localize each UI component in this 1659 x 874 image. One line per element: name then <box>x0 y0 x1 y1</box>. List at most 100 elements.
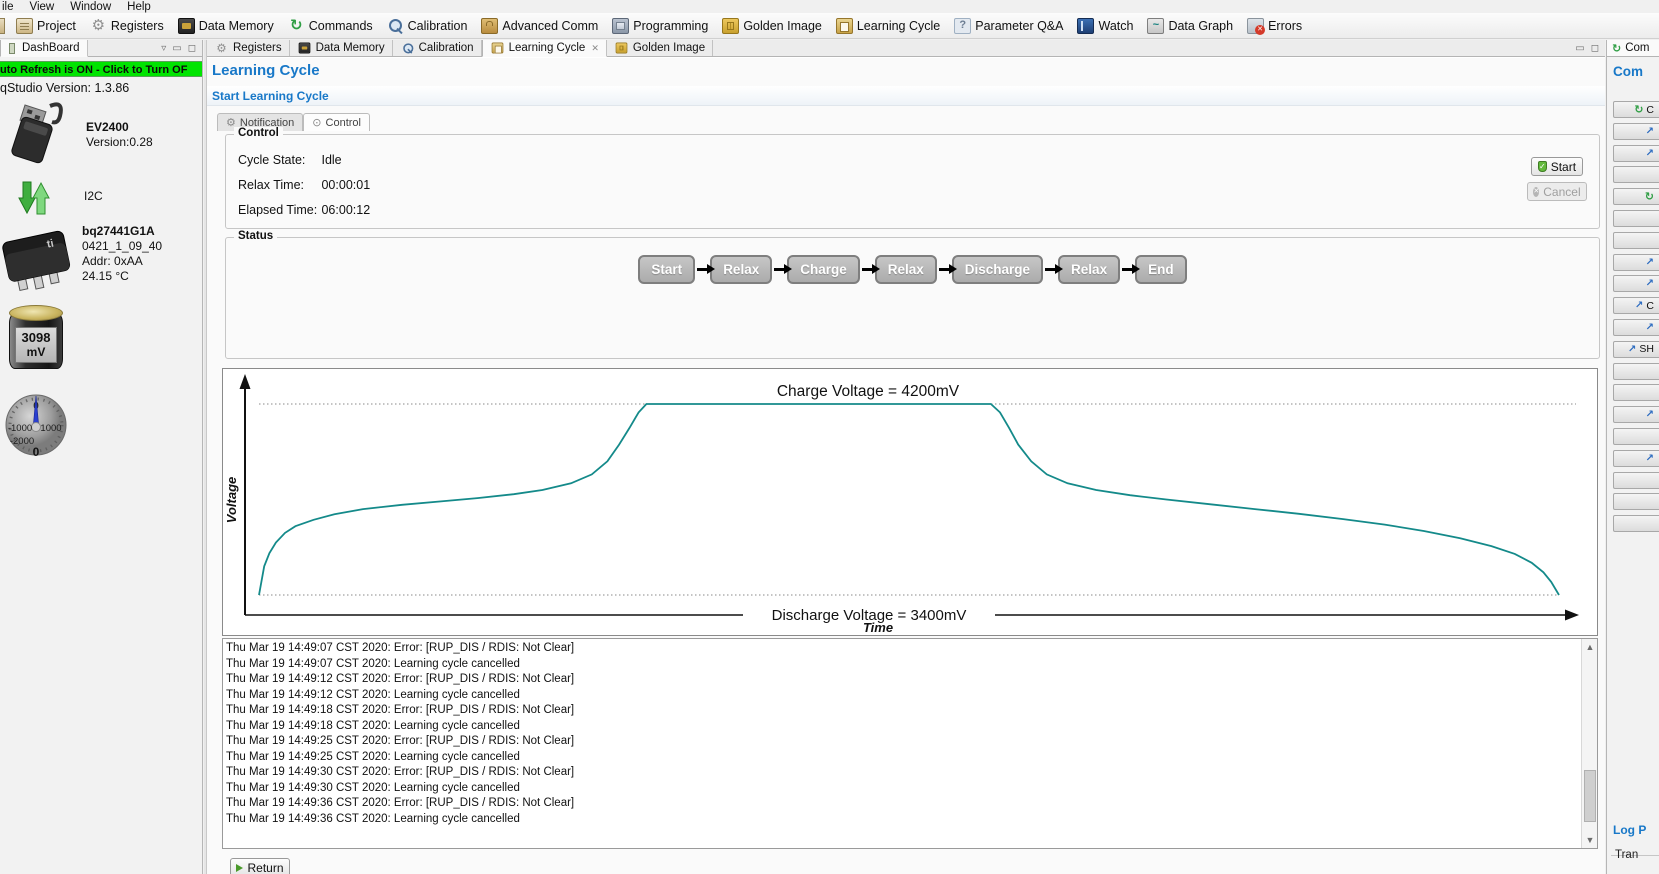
log-line: Thu Mar 19 14:49:25 CST 2020: Learning c… <box>226 750 520 763</box>
toolbar-commands[interactable]: Commands <box>281 14 380 38</box>
tab-registers[interactable]: Registers <box>207 40 290 56</box>
section-header: Start Learning Cycle <box>207 86 1605 106</box>
start-button[interactable]: ✓ Start <box>1531 157 1583 176</box>
watch-icon <box>1077 17 1095 34</box>
tab-commands[interactable]: ↻ Com <box>1607 40 1659 57</box>
tab-data-memory[interactable]: Data Memory <box>289 40 393 56</box>
tab-calibration[interactable]: Calibration <box>392 40 482 56</box>
toolbar-parameter-q-a[interactable]: Parameter Q&A <box>947 14 1070 38</box>
scroll-down-icon[interactable]: ▼ <box>1583 833 1597 847</box>
command-button-5[interactable]: ↻ <box>1613 188 1659 206</box>
maximize-icon[interactable]: ◻ <box>188 43 196 54</box>
menu-view[interactable]: View <box>30 1 55 13</box>
log-line: Thu Mar 19 14:49:12 CST 2020: Error: [RU… <box>226 673 575 685</box>
command-button-16[interactable] <box>1613 428 1659 445</box>
toolbar-calibration[interactable]: Calibration <box>380 14 475 38</box>
command-button-14[interactable] <box>1613 384 1659 402</box>
golden-image-icon <box>615 42 628 54</box>
programming-icon <box>612 17 630 34</box>
tab-learning-cycle[interactable]: Learning Cycle ✕ <box>481 40 607 57</box>
flow-step-discharge: Discharge <box>951 255 1044 284</box>
log-scrollbar[interactable]: ▲ ▼ <box>1581 639 1597 848</box>
command-button-4[interactable] <box>1613 166 1659 184</box>
elapsed-time-value: 06:00:12 <box>321 203 371 217</box>
minimize-icon[interactable]: ▭ <box>172 43 181 54</box>
current-gauge: 0 -1000 1000 -2000 0 <box>5 394 67 459</box>
return-button[interactable]: Return <box>230 858 290 874</box>
command-button-c[interactable]: ↗ C <box>1613 297 1659 315</box>
log-lines: Thu Mar 19 14:49:07 CST 2020: Error: [RU… <box>226 641 1579 846</box>
gauge-label-right: 1000 <box>40 423 61 434</box>
menu-bar: ile View Window Help <box>0 0 1659 13</box>
menu-window[interactable]: Window <box>70 1 111 13</box>
return-button-label: Return <box>247 860 284 874</box>
command-button-17[interactable]: ↗ <box>1613 449 1659 467</box>
bus-type: I2C <box>84 189 103 203</box>
y-axis-arrowhead <box>239 374 251 389</box>
toolbar-errors[interactable]: Errors <box>1240 14 1309 38</box>
close-icon[interactable]: ✕ <box>591 43 599 54</box>
auto-refresh-banner[interactable]: uto Refresh is ON - Click to Turn OF <box>0 61 202 77</box>
command-button-9[interactable]: ↗ <box>1613 275 1659 293</box>
control-groupbox: Control Cycle State: Idle Relax Time: 00… <box>225 127 1600 229</box>
toolbar-golden-image[interactable]: Golden Image <box>715 14 829 38</box>
commands-header: Com <box>1613 64 1643 79</box>
scrollbar-thumb[interactable] <box>1584 770 1596 822</box>
menu-help[interactable]: Help <box>127 1 151 13</box>
command-button-15[interactable]: ↗ <box>1613 406 1659 424</box>
toolbar-learning-cycle[interactable]: Learning Cycle <box>829 14 947 38</box>
toolbar-programming[interactable]: Programming <box>605 14 715 38</box>
command-button-7[interactable] <box>1613 231 1659 249</box>
toolbar-data-memory[interactable]: Data Memory <box>171 14 281 38</box>
blue-icon: ↗ <box>1645 278 1654 290</box>
project-icon <box>16 17 33 34</box>
command-button-20[interactable] <box>1613 515 1659 533</box>
toolbar-registers[interactable]: Registers <box>83 14 171 38</box>
registers-icon <box>216 43 228 54</box>
dashboard-tab-label: DashBoard <box>22 42 80 54</box>
command-button-18[interactable] <box>1613 471 1659 489</box>
toolbar-watch[interactable]: Watch <box>1070 14 1140 38</box>
menu-ile[interactable]: ile <box>2 1 14 13</box>
toolbar-label-commands: Commands <box>308 18 373 33</box>
maximize-icon[interactable]: ◻ <box>1591 43 1599 54</box>
command-button-6[interactable] <box>1613 210 1659 227</box>
view-menu-icon[interactable]: ▿ <box>161 43 166 54</box>
command-button-3[interactable]: ↗ <box>1613 144 1659 162</box>
refresh-icon: ↻ <box>1644 191 1654 204</box>
cancel-button[interactable]: ✕ Cancel <box>1527 182 1587 201</box>
device-address: Addr: 0xAA <box>82 254 143 268</box>
toolbar-label-parameter-q-a: Parameter Q&A <box>975 18 1064 33</box>
command-button-13[interactable] <box>1613 362 1659 380</box>
cycle-flow-diagram: Start Relax Charge Relax Discharge Relax End <box>226 255 1599 284</box>
tab-dashboard[interactable]: DashBoard <box>0 40 88 57</box>
gauge-value: 0 <box>33 445 40 459</box>
log-line: Thu Mar 19 14:49:07 CST 2020: Error: [RU… <box>226 642 575 654</box>
toolbar-project[interactable]: Project <box>9 14 83 38</box>
toolbar-label-watch: Watch <box>1098 18 1134 33</box>
log-line: Thu Mar 19 14:49:25 CST 2020: Error: [RU… <box>226 735 575 747</box>
data-memory-icon <box>177 17 195 34</box>
command-button-11[interactable]: ↗ <box>1613 319 1659 336</box>
start-button-label: Start <box>1550 159 1577 174</box>
command-button-sh[interactable]: ↗ SH <box>1613 340 1659 358</box>
blue-icon: ↗ <box>1628 343 1637 355</box>
toolbar-advanced-comm[interactable]: Advanced Comm <box>474 14 605 38</box>
commands-tab-label: Com <box>1625 42 1650 54</box>
relax-time-row: Relax Time: 00:00:01 <box>238 178 370 192</box>
command-button-19[interactable] <box>1613 493 1659 511</box>
command-button-c[interactable]: ↻ C <box>1613 101 1659 118</box>
minimize-icon[interactable]: ▭ <box>1575 43 1584 54</box>
data-memory-icon <box>298 42 310 54</box>
command-button-2[interactable]: ↗ <box>1613 122 1659 140</box>
tab-golden-image[interactable]: Golden Image <box>606 40 714 56</box>
log-line: Thu Mar 19 14:49:07 CST 2020: Learning c… <box>226 657 520 670</box>
dashboard-tabbar: DashBoard ▿ ▭ ◻ <box>0 40 202 57</box>
log-line: Thu Mar 19 14:49:30 CST 2020: Learning c… <box>226 781 520 794</box>
scroll-up-icon[interactable]: ▲ <box>1583 640 1597 654</box>
inner-tab-control[interactable]: ⊙ Control <box>303 113 370 131</box>
learning-cycle-log: Thu Mar 19 14:49:07 CST 2020: Error: [RU… <box>222 638 1598 849</box>
tab-label-registers: Registers <box>233 42 282 54</box>
toolbar-data-graph[interactable]: Data Graph <box>1140 14 1240 38</box>
command-button-8[interactable]: ↗ <box>1613 253 1659 271</box>
